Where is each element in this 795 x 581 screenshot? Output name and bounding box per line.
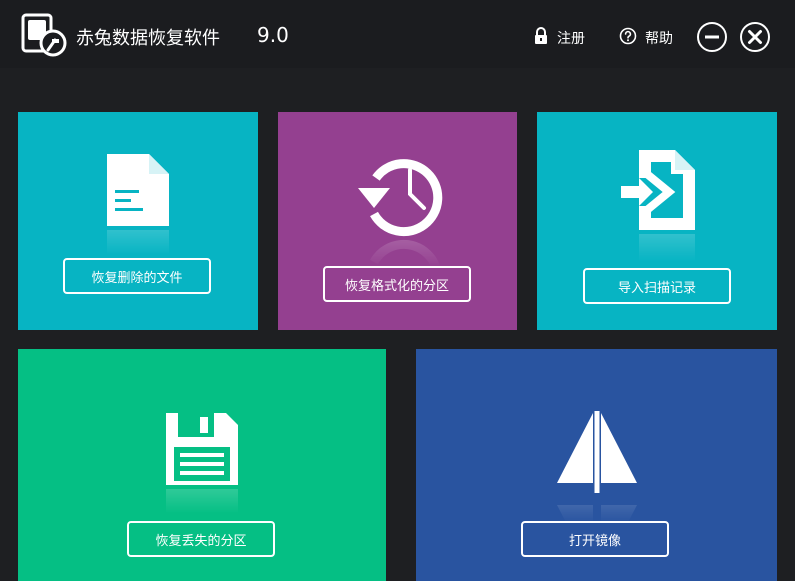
- open-image-button[interactable]: 打开镜像: [521, 521, 669, 557]
- app-window: 赤兔数据恢复软件 9.0 注册 帮助 恢复删除的文件 恢复格式化的分区 导入扫描…: [0, 0, 795, 581]
- import-file-icon: [537, 148, 777, 232]
- sail-icon: [416, 409, 777, 495]
- app-logo-icon: [20, 12, 68, 58]
- history-clock-icon: [278, 148, 517, 240]
- tile-recover-lost-partition[interactable]: 恢复丢失的分区: [18, 349, 386, 581]
- help-link[interactable]: 帮助: [619, 26, 673, 50]
- register-label: 注册: [557, 31, 585, 47]
- app-title: 赤兔数据恢复软件: [76, 28, 220, 49]
- recover-formatted-partition-button[interactable]: 恢复格式化的分区: [323, 266, 471, 302]
- tile-recover-formatted-partition[interactable]: 恢复格式化的分区: [278, 112, 517, 330]
- help-label: 帮助: [645, 31, 673, 47]
- import-scan-record-button[interactable]: 导入扫描记录: [583, 268, 731, 304]
- help-icon: [619, 27, 645, 49]
- close-button[interactable]: [740, 22, 770, 52]
- minus-icon: [699, 35, 725, 54]
- app-version: 9.0: [257, 23, 289, 47]
- register-link[interactable]: 注册: [533, 26, 585, 50]
- lock-icon: [533, 27, 557, 49]
- close-icon: [742, 30, 768, 54]
- tile-recover-deleted-files[interactable]: 恢复删除的文件: [18, 112, 258, 330]
- floppy-disk-icon: [18, 411, 386, 487]
- tile-open-image[interactable]: 打开镜像: [416, 349, 777, 581]
- document-icon: [18, 152, 258, 228]
- recover-deleted-files-button[interactable]: 恢复删除的文件: [63, 258, 211, 294]
- recover-lost-partition-button[interactable]: 恢复丢失的分区: [127, 521, 275, 557]
- minimize-button[interactable]: [697, 22, 727, 52]
- title-bar: 赤兔数据恢复软件 9.0 注册 帮助: [0, 0, 795, 68]
- tile-import-scan-record[interactable]: 导入扫描记录: [537, 112, 777, 330]
